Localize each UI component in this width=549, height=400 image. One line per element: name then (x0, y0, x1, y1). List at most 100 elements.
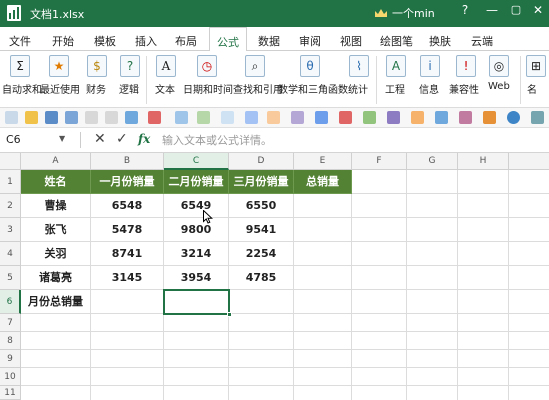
table-cell[interactable]: 5478 (91, 218, 164, 242)
textbox-icon[interactable] (267, 111, 280, 124)
redo-icon[interactable] (105, 111, 118, 124)
grid-cell[interactable] (458, 242, 509, 266)
tab-skin[interactable]: 换肤 (429, 33, 451, 49)
chart-radar-icon[interactable] (435, 111, 448, 124)
column-header-e[interactable]: E (294, 153, 352, 170)
print-icon[interactable] (65, 111, 78, 124)
row-header-9[interactable]: 9 (0, 350, 21, 368)
table-cell[interactable]: 6548 (91, 194, 164, 218)
tab-formulas[interactable]: 公式 (209, 27, 247, 52)
grid-cell[interactable] (352, 350, 407, 368)
chart-more-icon[interactable] (531, 111, 544, 124)
column-header-h[interactable]: H (458, 153, 509, 170)
column-header-a[interactable]: A (21, 153, 91, 170)
table-cell[interactable]: 3954 (164, 266, 229, 290)
table-cell[interactable]: 诸葛亮 (21, 266, 91, 290)
confirm-formula-button[interactable]: ✓ (116, 131, 128, 147)
tab-insert[interactable]: 插入 (135, 33, 157, 49)
table-cell[interactable]: 关羽 (21, 242, 91, 266)
math-trig-button[interactable]: θ 数学和三角函数 (278, 53, 348, 107)
insert-function-button[interactable]: fx (138, 132, 150, 146)
header-cell-total[interactable]: 总销量 (294, 170, 352, 194)
grid-cell[interactable] (229, 386, 294, 400)
table-cell[interactable]: 9800 (164, 218, 229, 242)
format-painter-icon[interactable] (148, 111, 161, 124)
table-cell[interactable] (294, 242, 352, 266)
grid-cell[interactable] (352, 332, 407, 350)
grid-cell[interactable] (352, 290, 407, 314)
grid-cell[interactable] (407, 314, 458, 332)
chart-column-icon[interactable] (315, 111, 328, 124)
grid-cell[interactable] (407, 218, 458, 242)
table-cell[interactable] (294, 266, 352, 290)
paste-icon[interactable] (125, 111, 138, 124)
grid-cell[interactable] (509, 350, 549, 368)
grid-cell[interactable] (407, 266, 458, 290)
table-cell[interactable]: 8741 (91, 242, 164, 266)
maximize-button[interactable]: ▢ (508, 3, 524, 16)
user-account[interactable]: 一个min (374, 5, 435, 21)
column-header-overflow[interactable] (509, 153, 549, 170)
row-header-1[interactable]: 1 (0, 170, 21, 194)
table-cell[interactable]: 6549 (164, 194, 229, 218)
tab-view[interactable]: 视图 (340, 33, 362, 49)
help-button[interactable]: ? (457, 3, 473, 17)
grid-cell[interactable] (458, 332, 509, 350)
table-cell[interactable]: 3214 (164, 242, 229, 266)
compatibility-button[interactable]: ! 兼容性 (449, 53, 483, 107)
grid-cell[interactable] (509, 218, 549, 242)
tab-home[interactable]: 开始 (52, 33, 74, 49)
grid-cell[interactable] (509, 266, 549, 290)
grid-cell[interactable] (21, 350, 91, 368)
grid-cell[interactable] (407, 170, 458, 194)
chart-pie-icon[interactable] (507, 111, 520, 124)
grid-cell[interactable] (352, 386, 407, 400)
header-cell-name[interactable]: 姓名 (21, 170, 91, 194)
grid-cell[interactable] (164, 368, 229, 386)
tab-data[interactable]: 数据 (258, 33, 280, 49)
grid-cell[interactable] (164, 386, 229, 400)
column-header-c[interactable]: C (164, 153, 229, 170)
close-button[interactable]: ✕ (530, 3, 546, 17)
table-cell[interactable]: 月份总销量 (21, 290, 91, 314)
grid-cell[interactable] (458, 266, 509, 290)
row-header-11[interactable]: 11 (0, 386, 21, 400)
grid-cell[interactable] (509, 314, 549, 332)
grid-cell[interactable] (352, 314, 407, 332)
grid-cell[interactable] (458, 386, 509, 400)
grid-cell[interactable] (352, 266, 407, 290)
table-cell[interactable]: 9541 (229, 218, 294, 242)
lookup-reference-button[interactable]: ⌕ 查找和引用 (233, 53, 283, 107)
grid-cell[interactable] (407, 194, 458, 218)
grid-cell[interactable] (407, 368, 458, 386)
grid-cell[interactable] (458, 368, 509, 386)
grid-cell[interactable] (458, 194, 509, 218)
web-functions-button[interactable]: ◎ Web (487, 53, 513, 107)
chart-line-icon[interactable] (339, 111, 352, 124)
table-cell[interactable] (229, 290, 294, 314)
table-cell[interactable]: 曹操 (21, 194, 91, 218)
grid-cell[interactable] (229, 350, 294, 368)
grid-cell[interactable] (509, 368, 549, 386)
information-button[interactable]: i 信息 (417, 53, 443, 107)
autosum-button[interactable]: Σ 自动求和 (2, 53, 42, 107)
grid-cell[interactable] (352, 242, 407, 266)
table-cell[interactable]: 4785 (229, 266, 294, 290)
table-cell[interactable] (91, 290, 164, 314)
grid-cell[interactable] (407, 290, 458, 314)
tab-file[interactable]: 文件 (9, 33, 31, 49)
shapes-icon[interactable] (245, 111, 258, 124)
grid-cell[interactable] (458, 290, 509, 314)
tab-pen[interactable]: 绘图笔 (380, 33, 413, 49)
cancel-formula-button[interactable]: ✕ (94, 131, 106, 147)
header-cell-mar[interactable]: 三月份销量 (229, 170, 294, 194)
row-header-10[interactable]: 10 (0, 368, 21, 386)
row-header-2[interactable]: 2 (0, 194, 21, 218)
chart-area-icon[interactable] (363, 111, 376, 124)
chart-line2-icon[interactable] (483, 111, 496, 124)
header-cell-jan[interactable]: 一月份销量 (91, 170, 164, 194)
tab-review[interactable]: 审阅 (299, 33, 321, 49)
chevron-down-icon[interactable]: ▼ (59, 134, 65, 143)
grid-cell[interactable] (21, 386, 91, 400)
grid-cell[interactable] (509, 332, 549, 350)
